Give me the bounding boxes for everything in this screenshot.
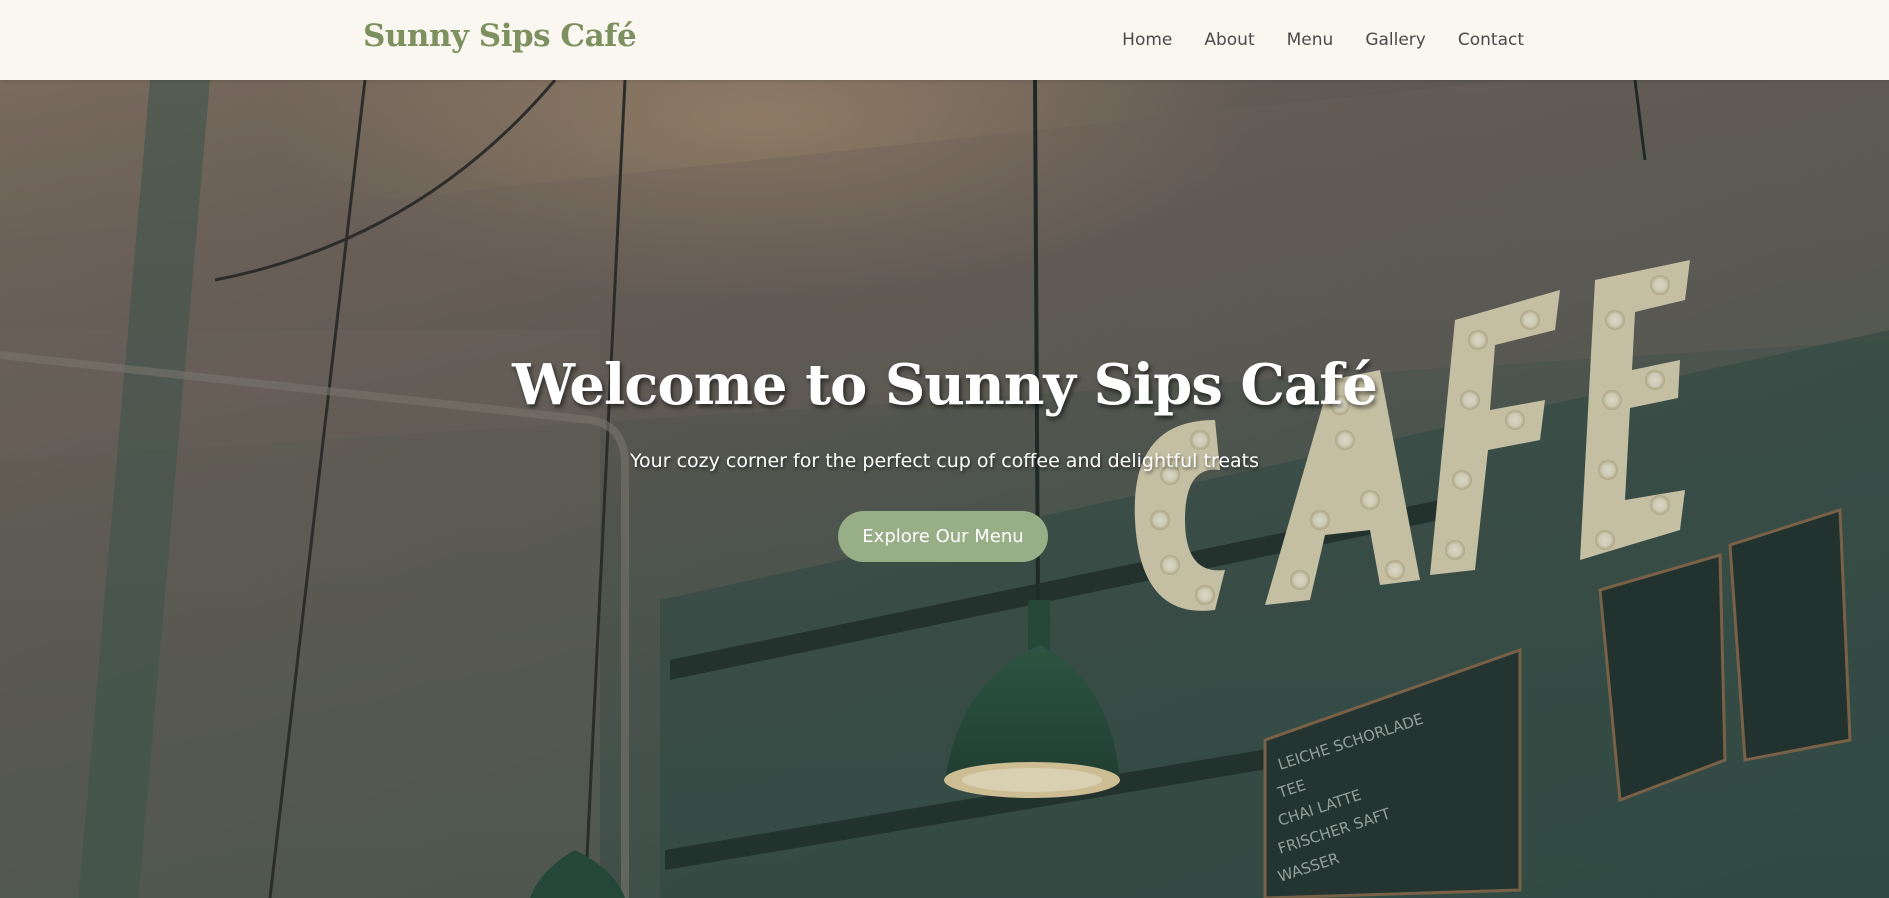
hero-title: Welcome to Sunny Sips Café bbox=[512, 352, 1378, 418]
nav-menu: Home About Menu Gallery Contact bbox=[1122, 0, 1524, 80]
nav-item-about: About bbox=[1204, 30, 1254, 50]
hero-subtitle: Your cozy corner for the perfect cup of … bbox=[629, 450, 1260, 472]
nav-link-about[interactable]: About bbox=[1204, 30, 1254, 50]
explore-menu-button[interactable]: Explore Our Menu bbox=[838, 511, 1048, 562]
nav-item-gallery: Gallery bbox=[1365, 30, 1426, 50]
nav-item-menu: Menu bbox=[1287, 30, 1334, 50]
brand-logo[interactable]: Sunny Sips Café bbox=[363, 18, 637, 54]
hero-overlay bbox=[0, 80, 1889, 898]
nav-link-contact[interactable]: Contact bbox=[1458, 30, 1524, 50]
top-navbar: Sunny Sips Café Home About Menu Gallery … bbox=[0, 0, 1889, 80]
nav-item-contact: Contact bbox=[1458, 30, 1524, 50]
nav-link-menu[interactable]: Menu bbox=[1287, 30, 1334, 50]
nav-item-home: Home bbox=[1122, 30, 1172, 50]
nav-link-gallery[interactable]: Gallery bbox=[1365, 30, 1426, 50]
hero-section: LEICHE SCHORLADE TEE CHAI LATTE FRISCHER… bbox=[0, 80, 1889, 898]
nav-link-home[interactable]: Home bbox=[1122, 30, 1172, 50]
